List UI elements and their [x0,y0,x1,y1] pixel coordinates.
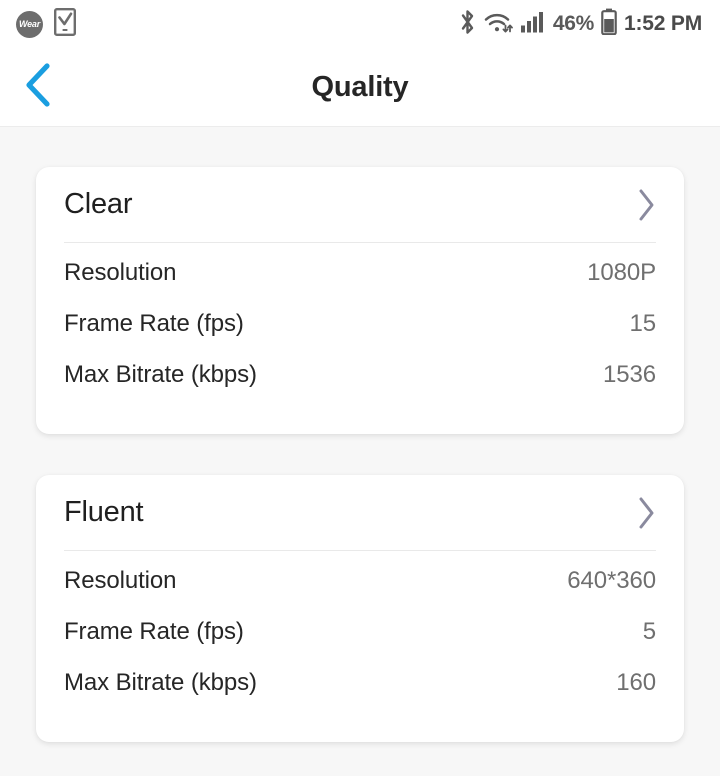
quality-card-fluent: Fluent Resolution 640*360 Frame Rate (fp… [36,475,684,742]
row-value: 15 [629,310,657,337]
app-header: Quality [0,48,720,127]
row-value: 1536 [603,361,656,388]
table-row: Resolution 640*360 [64,567,656,618]
table-row: Frame Rate (fps) 5 [64,618,656,669]
row-value: 1080P [587,259,656,286]
back-chevron-icon [21,61,55,114]
phone-checkbox-icon [54,7,77,41]
table-row: Frame Rate (fps) 15 [64,310,656,361]
quality-card-header[interactable]: Fluent [64,475,656,551]
status-bar-clock: 1:52 PM [624,12,702,35]
chevron-right-icon[interactable] [636,188,656,222]
bluetooth-icon [459,9,476,40]
quality-card-title: Clear [64,188,133,220]
settings-content: Clear Resolution 1080P Frame Rate (fps) … [0,127,720,742]
quality-card-rows: Resolution 640*360 Frame Rate (fps) 5 Ma… [64,551,656,742]
table-row: Max Bitrate (kbps) 160 [64,669,656,720]
row-label: Max Bitrate (kbps) [64,669,257,696]
chevron-right-icon[interactable] [636,496,656,530]
table-row: Resolution 1080P [64,259,656,310]
row-label: Max Bitrate (kbps) [64,361,257,388]
quality-card-header[interactable]: Clear [64,167,656,243]
status-bar: Wear 46% 1:52 PM [0,0,720,48]
table-row: Max Bitrate (kbps) 1536 [64,361,656,412]
page-title: Quality [311,70,409,103]
quality-card-rows: Resolution 1080P Frame Rate (fps) 15 Max… [64,243,656,434]
row-label: Frame Rate (fps) [64,310,244,337]
wifi-icon [483,9,513,40]
battery-percent-label: 46% [552,12,595,35]
row-label: Frame Rate (fps) [64,618,244,645]
cellular-signal-icon [520,9,546,40]
quality-card-clear: Clear Resolution 1080P Frame Rate (fps) … [36,167,684,434]
back-button[interactable] [6,55,70,119]
row-label: Resolution [64,259,177,286]
status-bar-left-icons: Wear [16,7,77,41]
row-value: 640*360 [567,567,656,594]
status-bar-right-icons: 46% 1:52 PM [459,8,702,40]
quality-card-title: Fluent [64,496,144,528]
battery-icon [601,8,617,40]
wear-badge-icon: Wear [16,10,43,38]
row-label: Resolution [64,567,177,594]
row-value: 5 [642,618,656,645]
row-value: 160 [616,669,656,696]
